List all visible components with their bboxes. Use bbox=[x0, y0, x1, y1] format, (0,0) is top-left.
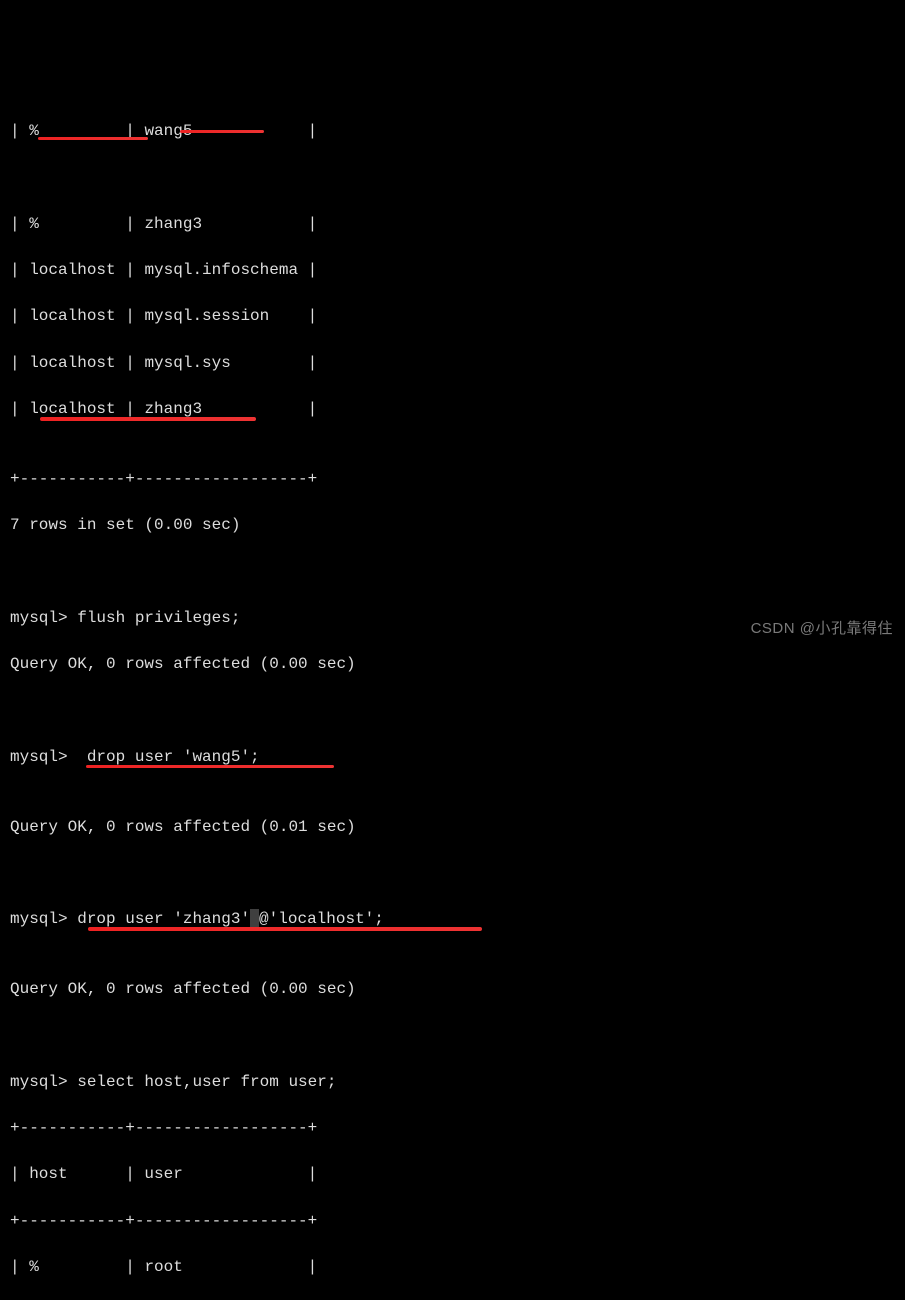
table-border: +-----------+------------------+ bbox=[10, 468, 895, 491]
query-result: 7 rows in set (0.00 sec) bbox=[10, 514, 895, 537]
table-border: +-----------+------------------+ bbox=[10, 1117, 895, 1140]
highlight-underline bbox=[88, 927, 482, 931]
sql-command: flush privileges; bbox=[77, 609, 240, 627]
sql-command: select host,user from user; bbox=[77, 1073, 336, 1091]
text-cursor bbox=[250, 909, 259, 927]
blank-line bbox=[10, 700, 895, 723]
sql-command-part: @ bbox=[259, 910, 269, 928]
highlight-underline bbox=[38, 137, 148, 141]
blank-line bbox=[10, 862, 895, 885]
table-row: | % | root | bbox=[10, 1256, 895, 1279]
highlight-underline bbox=[40, 417, 256, 421]
mysql-prompt-line: mysql> drop user 'zhang3' @'localhost'; bbox=[10, 908, 895, 954]
query-result: Query OK, 0 rows affected (0.00 sec) bbox=[10, 653, 895, 676]
highlight-underline bbox=[180, 130, 264, 134]
mysql-prompt: mysql> bbox=[10, 1073, 77, 1091]
mysql-prompt-line: mysql> drop user 'wang5'; bbox=[10, 746, 895, 792]
watermark-text: CSDN @小孔靠得住 bbox=[751, 618, 893, 640]
table-row: | localhost | mysql.infoschema | bbox=[10, 259, 895, 282]
highlight-underline bbox=[86, 765, 334, 768]
table-row: | localhost | zhang3 | bbox=[10, 398, 895, 444]
blank-line bbox=[10, 1024, 895, 1047]
sql-command-part: 'localhost'; bbox=[269, 910, 384, 928]
table-header: | host | user | bbox=[10, 1163, 895, 1186]
terminal-output[interactable]: | % | wang5 | | % | zhang3 | | localhost… bbox=[10, 97, 895, 1300]
table-row: | localhost | mysql.sys | bbox=[10, 352, 895, 375]
query-result: Query OK, 0 rows affected (0.00 sec) bbox=[10, 978, 895, 1001]
sql-command: drop user 'wang5'; bbox=[87, 748, 260, 766]
table-row: | % | zhang3 | bbox=[10, 213, 895, 236]
mysql-prompt-line: mysql> select host,user from user; bbox=[10, 1071, 895, 1094]
query-result: Query OK, 0 rows affected (0.01 sec) bbox=[10, 816, 895, 839]
mysql-prompt: mysql> bbox=[10, 609, 77, 627]
table-row: | % | wang5 | bbox=[10, 120, 895, 190]
mysql-prompt: mysql> bbox=[10, 910, 77, 928]
blank-line bbox=[10, 561, 895, 584]
table-row: | localhost | mysql.session | bbox=[10, 305, 895, 328]
table-border: +-----------+------------------+ bbox=[10, 1210, 895, 1233]
sql-command-part: drop user 'zhang3' bbox=[77, 910, 250, 928]
mysql-prompt: mysql> bbox=[10, 748, 77, 766]
